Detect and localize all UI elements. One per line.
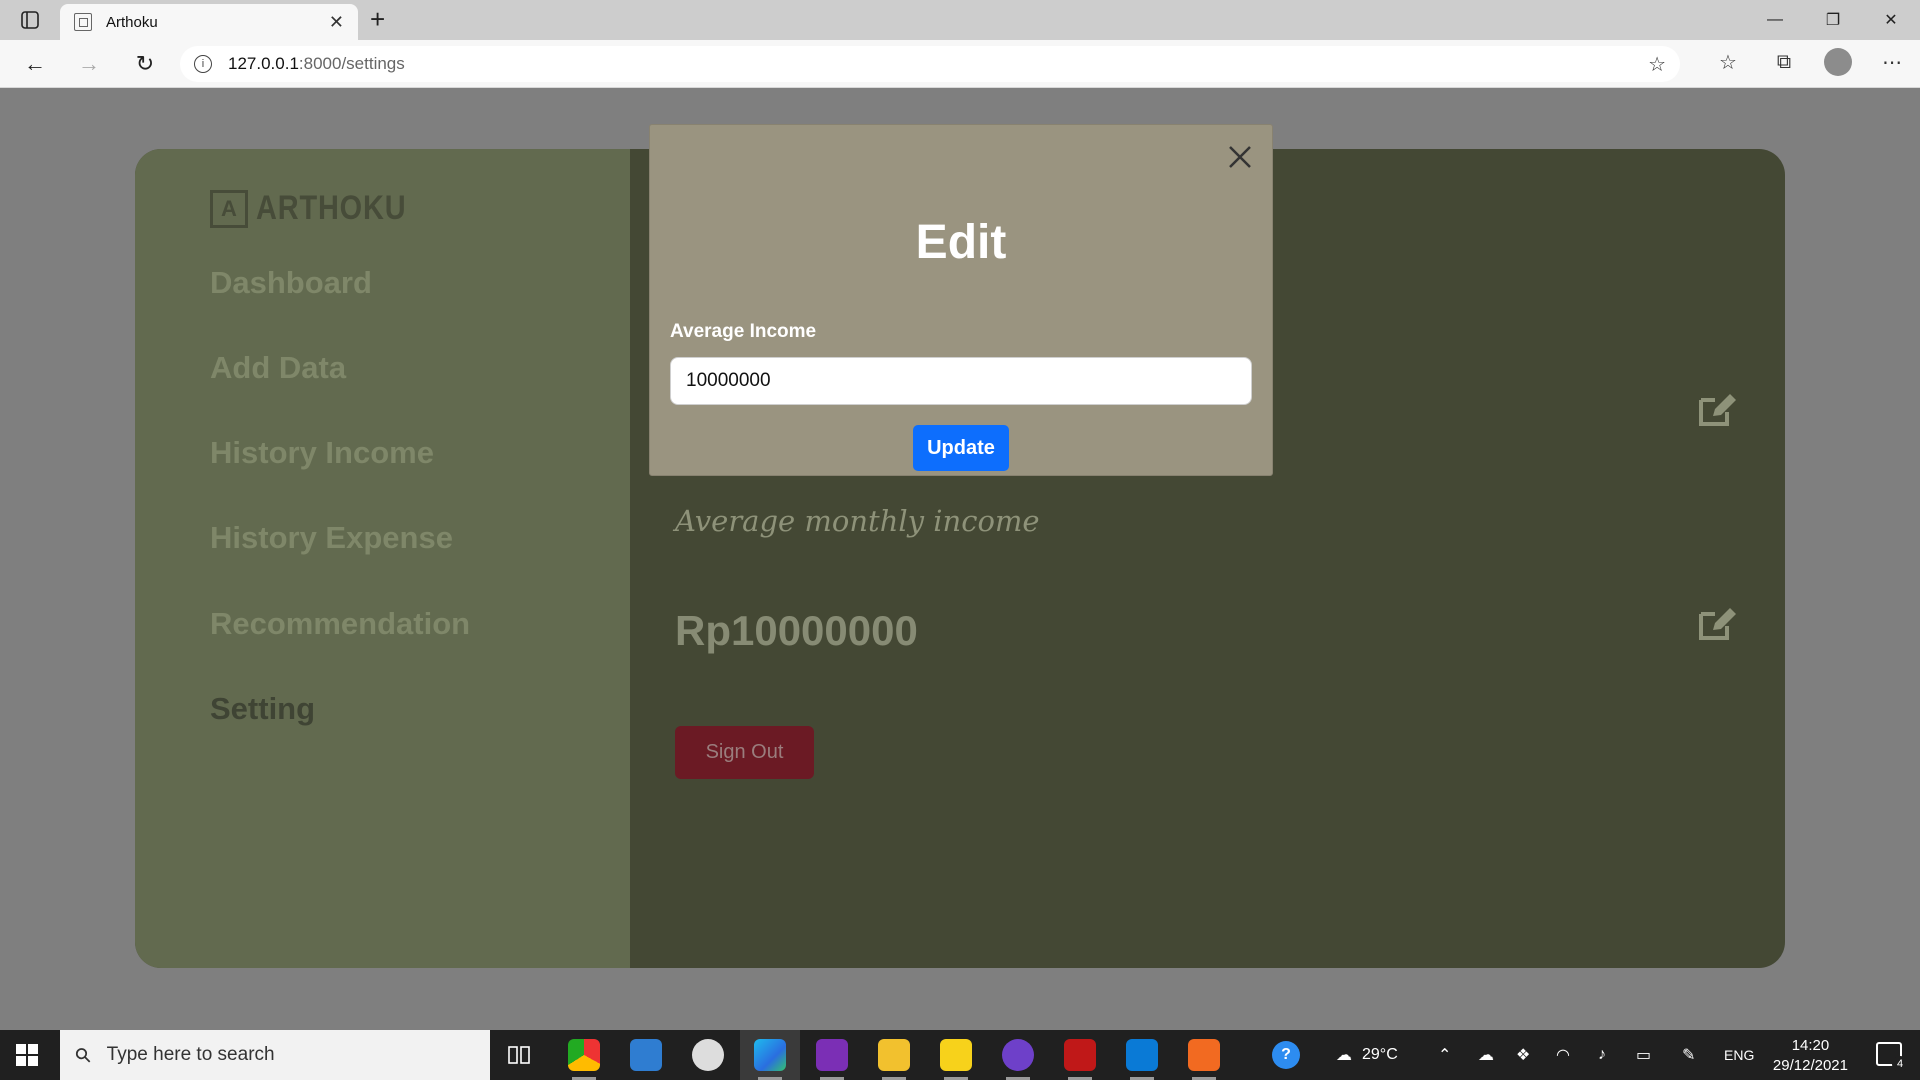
search-icon: ⚲ bbox=[70, 1042, 97, 1069]
url-host: 127.0.0.1 bbox=[228, 54, 299, 73]
sticky-notes-icon[interactable] bbox=[940, 1039, 972, 1080]
clock[interactable]: 14:20 29/12/2021 bbox=[1773, 1036, 1848, 1076]
notification-center-icon[interactable]: 4 bbox=[1876, 1042, 1908, 1072]
onenote-icon[interactable] bbox=[816, 1039, 848, 1080]
tab-actions-icon[interactable] bbox=[18, 8, 42, 32]
search-placeholder: Type here to search bbox=[106, 1044, 275, 1065]
average-income-field-label: Average Income bbox=[670, 321, 817, 342]
average-income-value: Rp10000000 bbox=[675, 607, 918, 654]
mcafee-icon[interactable] bbox=[1064, 1039, 1096, 1080]
dropbox-icon[interactable]: ❖ bbox=[1516, 1030, 1530, 1080]
minimize-icon[interactable]: — bbox=[1746, 6, 1804, 34]
app-icon[interactable] bbox=[692, 1039, 724, 1071]
browser-tab-bar: Arthoku ✕ + — ❐ ✕ bbox=[0, 0, 1920, 40]
notification-count: 4 bbox=[1892, 1056, 1908, 1072]
logo-text: ARTHOKU bbox=[256, 189, 407, 227]
window-controls: — ❐ ✕ bbox=[1746, 6, 1920, 34]
windows-start-icon[interactable] bbox=[16, 1044, 38, 1066]
onedrive-icon[interactable]: ☁ bbox=[1478, 1030, 1494, 1080]
tab-close-icon[interactable]: ✕ bbox=[329, 12, 344, 33]
sidebar-item-dashboard[interactable]: Dashboard bbox=[210, 265, 372, 301]
update-button[interactable]: Update bbox=[913, 425, 1009, 471]
reload-icon[interactable]: ↻ bbox=[130, 50, 160, 78]
weather-temperature: 29°C bbox=[1362, 1046, 1398, 1063]
url-path: :8000/settings bbox=[298, 54, 405, 73]
taskbar-search-box[interactable]: ⚲ Type here to search bbox=[60, 1030, 490, 1080]
sidebar-item-history-income[interactable]: History Income bbox=[210, 435, 434, 471]
app-logo[interactable]: A ARTHOKU bbox=[210, 189, 433, 228]
sign-out-button[interactable]: Sign Out bbox=[675, 726, 814, 779]
github-desktop-icon[interactable] bbox=[1002, 1039, 1034, 1080]
battery-icon[interactable]: ▭ bbox=[1636, 1030, 1651, 1080]
browser-actions: ☆ ⧉ ⋯ bbox=[1712, 48, 1908, 76]
help-icon[interactable]: ? bbox=[1272, 1030, 1300, 1080]
restore-icon[interactable]: ❐ bbox=[1804, 6, 1862, 34]
file-explorer-icon[interactable] bbox=[878, 1039, 910, 1080]
collections-icon[interactable]: ⧉ bbox=[1768, 51, 1800, 74]
add-favorite-icon[interactable]: ☆ bbox=[1648, 52, 1666, 77]
browser-tab[interactable]: Arthoku ✕ bbox=[60, 4, 358, 40]
back-icon[interactable]: ← bbox=[20, 50, 50, 78]
show-hidden-icons[interactable]: ⌃ bbox=[1438, 1030, 1451, 1080]
browser-toolbar: ← → ↻ i 127.0.0.1:8000/settings ☆ ☆ ⧉ ⋯ bbox=[0, 40, 1920, 88]
windows-taskbar: ⚲ Type here to search ? ☁ 29°C ⌃ ☁ ❖ ◠ ♪… bbox=[0, 1030, 1920, 1080]
microphone-icon[interactable]: ♪ bbox=[1598, 1030, 1606, 1080]
edit-icon[interactable] bbox=[1697, 392, 1737, 428]
site-info-icon[interactable]: i bbox=[194, 55, 212, 73]
clock-time: 14:20 bbox=[1791, 1037, 1830, 1054]
new-tab-icon[interactable]: + bbox=[370, 4, 385, 35]
edit-income-icon[interactable] bbox=[1697, 606, 1737, 642]
url-text[interactable]: 127.0.0.1:8000/settings bbox=[228, 54, 1648, 74]
weather-widget[interactable]: ☁ 29°C bbox=[1336, 1030, 1398, 1080]
site-favicon-icon bbox=[74, 13, 92, 31]
close-icon[interactable] bbox=[1226, 143, 1254, 171]
window-close-icon[interactable]: ✕ bbox=[1862, 6, 1920, 34]
language-indicator[interactable]: ENG bbox=[1724, 1030, 1754, 1080]
pen-icon[interactable]: ✎ bbox=[1682, 1030, 1695, 1080]
vscode-icon[interactable] bbox=[1126, 1039, 1158, 1080]
address-bar[interactable]: i 127.0.0.1:8000/settings ☆ bbox=[180, 46, 1680, 82]
sidebar-item-history-expense[interactable]: History Expense bbox=[210, 520, 453, 556]
sidebar-item-add-data[interactable]: Add Data bbox=[210, 350, 346, 386]
clock-date: 29/12/2021 bbox=[1772, 1057, 1848, 1074]
sidebar-item-setting[interactable]: Setting bbox=[210, 691, 315, 727]
favorites-icon[interactable]: ☆ bbox=[1712, 50, 1744, 75]
modal-title: Edit bbox=[915, 216, 1007, 269]
edit-modal: Edit Average Income 10000000 Update bbox=[649, 124, 1273, 476]
xampp-icon[interactable] bbox=[1188, 1039, 1220, 1080]
forward-icon[interactable]: → bbox=[74, 50, 104, 78]
logo-mark-icon: A bbox=[210, 189, 248, 228]
more-options-icon[interactable]: ⋯ bbox=[1876, 50, 1908, 75]
profile-avatar[interactable] bbox=[1824, 48, 1852, 76]
tab-title: Arthoku bbox=[106, 13, 158, 31]
sidebar: A ARTHOKU Dashboard Add Data History Inc… bbox=[135, 149, 630, 968]
mail-icon[interactable] bbox=[630, 1039, 662, 1071]
chrome-icon[interactable] bbox=[568, 1039, 600, 1080]
page-backdrop: A ARTHOKU Dashboard Add Data History Inc… bbox=[0, 88, 1920, 1030]
edge-icon[interactable] bbox=[754, 1039, 786, 1080]
sidebar-item-recommendation[interactable]: Recommendation bbox=[210, 606, 470, 642]
average-income-input[interactable]: 10000000 bbox=[670, 357, 1252, 405]
task-view-icon[interactable] bbox=[508, 1044, 530, 1066]
wifi-icon[interactable]: ◠ bbox=[1556, 1030, 1570, 1080]
cloud-icon: ☁ bbox=[1336, 1047, 1352, 1064]
average-income-label: Average monthly income bbox=[675, 504, 1040, 538]
